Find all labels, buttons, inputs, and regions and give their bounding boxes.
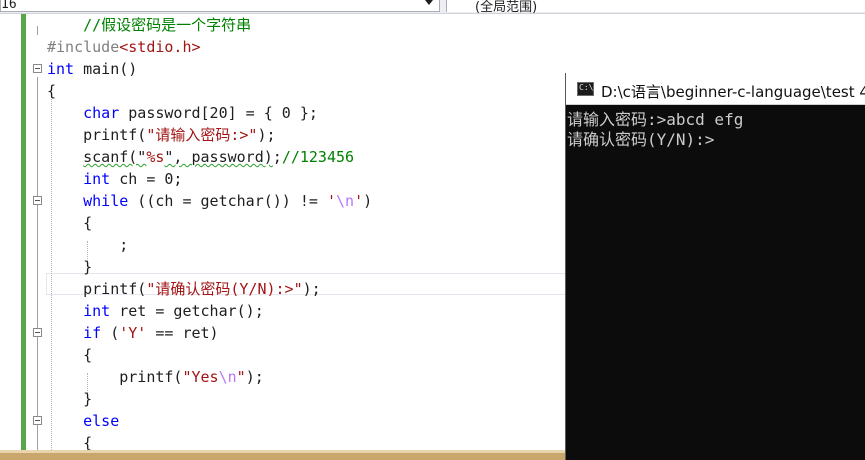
code-token: int [83, 170, 111, 188]
code-token: " [236, 368, 246, 386]
code-text: { [47, 83, 56, 100]
status-strip-highlight [0, 450, 565, 453]
code-token: ret = getchar(); [110, 302, 264, 320]
code-text: printf("请输入密码:>"); [47, 126, 276, 144]
code-token: { [47, 346, 93, 364]
code-token: printf( [47, 280, 147, 298]
console-title: D:\c语言\beginner-c-language\test 4 [601, 83, 865, 101]
code-token: ' [326, 192, 336, 210]
code-text: { [47, 347, 92, 364]
member-dropdown[interactable]: 16 [0, 0, 440, 12]
collapse-icon[interactable] [33, 416, 42, 425]
code-token: ; [47, 236, 129, 254]
code-token: <stdio.h> [119, 38, 201, 56]
code-token: else [83, 412, 120, 430]
code-token: #include [47, 38, 120, 56]
chevron-down-icon[interactable] [425, 0, 433, 5]
collapse-icon[interactable] [33, 328, 42, 337]
code-token: main() [74, 60, 138, 78]
scope-dropdown-value: (全局范围) [475, 0, 538, 14]
code-line[interactable]: //假设密码是一个字符串 [0, 14, 865, 36]
code-token: } [47, 390, 93, 408]
console-app-icon: C:\ [577, 82, 594, 96]
editor-navigation-bar: 16 (全局范围) [0, 0, 865, 14]
code-text: int main() [47, 61, 137, 78]
code-token: ", password) [164, 148, 273, 166]
console-output-line-1: 请输入密码:>abcd efg [567, 110, 744, 129]
code-text: #include<stdio.h> [47, 39, 201, 56]
code-text: //假设密码是一个字符串 [47, 17, 251, 34]
scope-dropdown[interactable]: (全局范围) [446, 0, 865, 14]
code-token: while [83, 192, 129, 210]
code-token: ' [354, 192, 364, 210]
code-token: int [47, 60, 75, 78]
member-dropdown-value: 16 [1, 0, 17, 12]
code-text: } [47, 391, 92, 408]
code-token: ch = 0; [110, 170, 183, 188]
code-token: ((ch = getchar()) != [128, 192, 327, 210]
collapse-icon[interactable] [33, 196, 42, 205]
code-token: ); [245, 368, 264, 386]
code-text: scanf("%s", password);//123456 [47, 149, 354, 166]
code-token: { [47, 214, 93, 232]
collapse-icon[interactable] [33, 64, 42, 73]
code-text: int ch = 0; [47, 171, 182, 188]
code-token: //假设密码是一个字符串 [83, 16, 252, 34]
code-token: if [83, 324, 102, 342]
code-token: ( [101, 324, 120, 342]
code-token: ); [302, 280, 321, 298]
code-token: printf( [47, 368, 183, 386]
code-token: \n [336, 192, 355, 210]
code-text: { [47, 215, 92, 232]
code-text: while ((ch = getchar()) != '\n') [47, 193, 372, 210]
code-token: char [83, 104, 120, 122]
code-token: //123456 [281, 148, 355, 166]
console-output-line-2: 请确认密码(Y/N):> [567, 130, 715, 149]
code-text: int ret = getchar(); [47, 303, 264, 320]
code-token: scanf(" [83, 148, 147, 166]
code-token: ); [257, 126, 276, 144]
code-token: { [47, 82, 57, 100]
code-token: "请确认密码(Y/N):>" [146, 280, 303, 298]
code-token: int [83, 302, 111, 320]
code-line[interactable]: #include<stdio.h> [0, 36, 865, 58]
code-text: else [47, 413, 119, 430]
code-token: \n [218, 368, 237, 386]
code-text: ; [47, 237, 128, 254]
code-token: "Yes [182, 368, 219, 386]
code-token: ; [272, 148, 282, 166]
code-token: 'Y' [119, 324, 147, 342]
code-text: char password[20] = { 0 }; [47, 105, 318, 122]
code-text: printf("Yes\n"); [47, 369, 264, 386]
console-title-bar[interactable]: C:\ D:\c语言\beginner-c-language\test 4 [566, 73, 865, 105]
code-text: printf("请确认密码(Y/N):>"); [47, 281, 321, 298]
code-text: if ('Y' == ret) [47, 324, 219, 342]
code-token: password[20] = { 0 }; [119, 104, 318, 122]
code-token: printf( [47, 126, 147, 144]
code-token: ) [363, 192, 373, 210]
code-text: } [47, 259, 92, 276]
console-window[interactable]: C:\ D:\c语言\beginner-c-language\test 4 请输… [565, 73, 865, 460]
code-token: "请输入密码:>" [146, 126, 258, 144]
code-token: == ret) [146, 324, 219, 342]
code-token: } [47, 258, 93, 276]
code-token: %s [146, 148, 165, 166]
